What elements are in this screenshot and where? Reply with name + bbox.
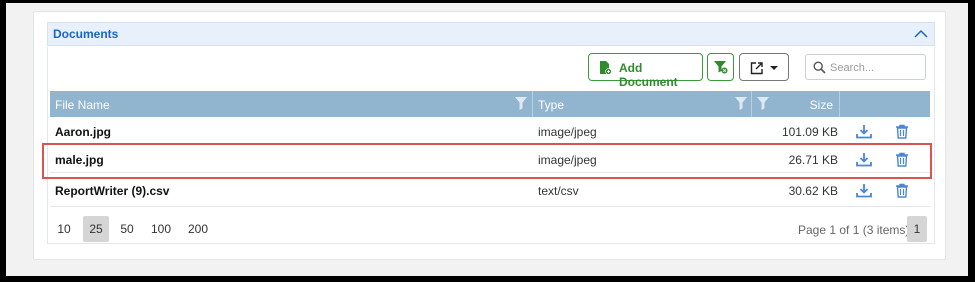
page-size-10[interactable]: 10 [54,216,74,242]
page-size-200[interactable]: 200 [184,216,212,242]
download-icon[interactable] [856,152,872,170]
file-add-icon [598,61,612,78]
panel-title: Documents [53,27,119,41]
table-row[interactable]: male.jpg image/jpeg 26.71 KB [50,145,930,173]
export-dropdown-button[interactable] [739,53,789,81]
filter-icon[interactable] [757,97,769,113]
filter-icon[interactable] [735,97,747,113]
table-row[interactable]: ReportWriter (9).csv text/csv 30.62 KB [50,173,930,207]
page-info: Page 1 of 1 (3 items) [798,223,910,237]
search-icon [813,61,826,77]
column-header-size[interactable]: Size [752,91,840,117]
page-size-100[interactable]: 100 [147,216,175,242]
column-header-actions [840,91,930,117]
column-header-type[interactable]: Type [533,91,752,117]
grid-header: File Name Type Size [50,91,930,117]
add-document-label: Add Document [619,61,678,89]
documents-grid: File Name Type Size Aaron.jpg image/jpeg… [50,91,930,207]
column-label-size: Size [809,98,833,112]
file-name-cell: Aaron.jpg [55,125,111,139]
table-row[interactable]: Aaron.jpg image/jpeg 101.09 KB [50,117,930,145]
add-document-button[interactable]: Add Document [588,53,703,89]
file-type-cell: image/jpeg [538,153,597,167]
page-number-button[interactable]: 1 [907,216,927,242]
filter-icon[interactable] [515,97,527,113]
download-icon[interactable] [856,183,872,201]
panel-header[interactable]: Documents [47,22,935,46]
file-size-cell: 26.71 KB [788,153,838,167]
export-icon [750,61,764,78]
file-type-cell: image/jpeg [538,125,597,139]
documents-card: Documents Add Document Search... File Na… [33,11,946,260]
page-size-50[interactable]: 50 [116,216,138,242]
chevron-up-icon[interactable] [912,25,930,43]
file-name-cell: ReportWriter (9).csv [55,184,170,198]
caret-down-icon [770,66,778,70]
search-box[interactable] [805,54,926,80]
file-type-cell: text/csv [538,184,579,198]
column-label-file-name: File Name [55,98,110,112]
panel-body: Add Document Search... File Name Type Si… [47,47,935,244]
download-icon[interactable] [856,124,872,142]
page-size-25[interactable]: 25 [83,216,109,242]
window-frame: Documents Add Document Search... File Na… [6,3,968,276]
trash-icon[interactable] [895,152,909,170]
filter-clear-icon [714,60,728,77]
column-label-type: Type [538,98,565,112]
trash-icon[interactable] [895,124,909,142]
file-size-cell: 101.09 KB [781,125,838,139]
filter-clear-button[interactable] [707,53,734,81]
trash-icon[interactable] [895,183,909,201]
search-input[interactable] [830,59,922,76]
file-name-cell: male.jpg [55,153,104,167]
pager: 10 25 50 100 200 Page 1 of 1 (3 items) 1 [50,212,930,242]
file-size-cell: 30.62 KB [788,184,838,198]
column-header-file-name[interactable]: File Name [50,91,533,117]
